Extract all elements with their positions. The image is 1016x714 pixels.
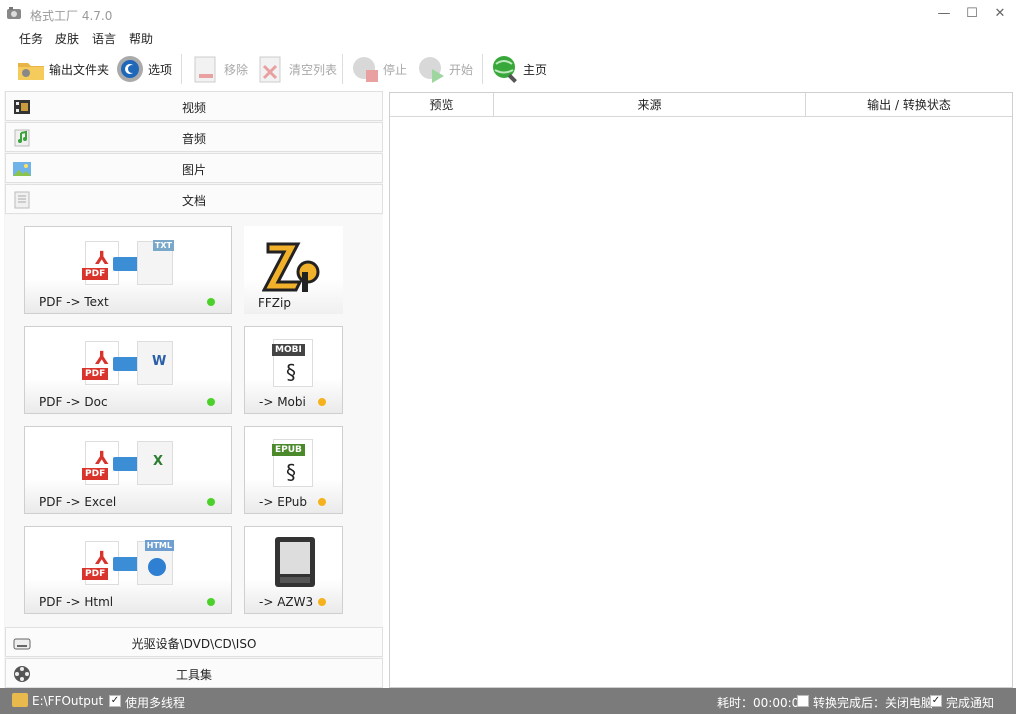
epub-file-icon: EPUB §: [272, 439, 313, 487]
html-file-icon: HTML: [137, 540, 174, 585]
menu-skin[interactable]: 皮肤: [55, 30, 79, 47]
mobi-file-icon: MOBI §: [272, 339, 313, 387]
status-dot: [207, 598, 215, 606]
minimize-button[interactable]: —: [932, 3, 956, 25]
play-icon: [416, 54, 446, 84]
globe-search-icon: [490, 54, 520, 84]
notify-label: 完成通知: [946, 696, 995, 710]
tile-pdf-to-text[interactable]: ⅄ PDF TXT PDF -> Text: [24, 226, 232, 314]
toolbar-separator: [181, 54, 182, 84]
output-path[interactable]: E:\FFOutput: [32, 694, 103, 708]
multithread-label: 使用多线程: [125, 696, 186, 710]
maximize-button[interactable]: ☐: [960, 3, 984, 25]
status-bar: E:\FFOutput ✓ 使用多线程 耗时：00:00:00 转换完成后：关闭…: [0, 688, 1016, 714]
tile-pdf-to-doc[interactable]: ⅄ PDF W PDF -> Doc: [24, 326, 232, 414]
remove-icon: [191, 54, 221, 84]
category-document[interactable]: 文档: [5, 184, 383, 214]
category-tools[interactable]: 工具集: [5, 658, 383, 688]
menu-help[interactable]: 帮助: [129, 30, 153, 47]
word-file-icon: W: [137, 341, 173, 385]
start-button[interactable]: 开始: [416, 52, 473, 86]
stop-icon: [350, 54, 380, 84]
toolbar: 输出文件夹 选项 移除 清空列表 停止 开始 主页: [0, 48, 1016, 90]
options-button[interactable]: 选项: [115, 52, 172, 86]
close-button[interactable]: ✕: [988, 3, 1012, 25]
status-dot: [318, 498, 326, 506]
status-dot: [207, 298, 215, 306]
elapsed-time: 耗时：00:00:00: [717, 696, 807, 710]
zip-logo-icon: [261, 236, 324, 294]
menu-bar: 任务 皮肤 语言 帮助: [0, 28, 1016, 48]
column-preview[interactable]: 预览: [390, 93, 494, 117]
tile-to-epub[interactable]: EPUB § -> EPub: [244, 426, 343, 514]
title-bar: 格式工厂 4.7.0 — ☐ ✕: [0, 0, 1016, 28]
tile-to-azw3[interactable]: -> AZW3: [244, 526, 343, 614]
status-dot: [318, 398, 326, 406]
tile-pdf-to-excel[interactable]: ⅄ PDF X PDF -> Excel: [24, 426, 232, 514]
excel-file-icon: X: [137, 441, 173, 485]
clear-list-icon: [256, 54, 286, 84]
ereader-icon: [275, 537, 315, 587]
txt-file-icon: TXT: [137, 240, 174, 285]
status-dot: [318, 598, 326, 606]
folder-icon: [12, 693, 28, 707]
category-video[interactable]: 视频: [5, 91, 383, 121]
stop-button[interactable]: 停止: [350, 52, 407, 86]
home-button[interactable]: 主页: [490, 52, 547, 86]
status-dot: [207, 398, 215, 406]
menu-task[interactable]: 任务: [19, 30, 43, 47]
clear-list-button[interactable]: 清空列表: [256, 52, 337, 86]
column-source[interactable]: 来源: [494, 93, 806, 117]
tile-pdf-to-html[interactable]: ⅄ PDF HTML PDF -> Html: [24, 526, 232, 614]
category-image[interactable]: 图片: [5, 153, 383, 183]
task-list-header: 预览 来源 输出 / 转换状态: [390, 93, 1012, 117]
after-done-checkbox[interactable]: [797, 695, 809, 707]
window-title: 格式工厂 4.7.0: [30, 9, 113, 23]
category-pane: 视频 音频 图片 文档 ⅄ PDF TXT PDF -> Text FFZip ⅄…: [4, 91, 383, 688]
app-icon: [6, 6, 22, 20]
multithread-checkbox[interactable]: ✓: [109, 695, 121, 707]
output-folder-button[interactable]: 输出文件夹: [16, 52, 109, 86]
menu-language[interactable]: 语言: [92, 30, 116, 47]
gear-icon: [115, 54, 145, 84]
category-audio[interactable]: 音频: [5, 122, 383, 152]
after-done-label: 转换完成后：关闭电脑: [813, 696, 934, 710]
toolbar-separator: [342, 54, 343, 84]
document-tools-panel: ⅄ PDF TXT PDF -> Text FFZip ⅄ PDF W PDF ->…: [5, 215, 383, 627]
category-optical-drive[interactable]: 光驱设备\DVD\CD\ISO: [5, 627, 383, 657]
status-dot: [207, 498, 215, 506]
column-output-status[interactable]: 输出 / 转换状态: [806, 93, 1012, 117]
tile-ffzip[interactable]: FFZip: [244, 226, 343, 314]
remove-button[interactable]: 移除: [191, 52, 248, 86]
notify-checkbox[interactable]: ✓: [930, 695, 942, 707]
tile-to-mobi[interactable]: MOBI § -> Mobi: [244, 326, 343, 414]
toolbar-separator: [482, 54, 483, 84]
task-list[interactable]: 预览 来源 输出 / 转换状态: [389, 92, 1013, 688]
folder-icon: [16, 54, 46, 84]
